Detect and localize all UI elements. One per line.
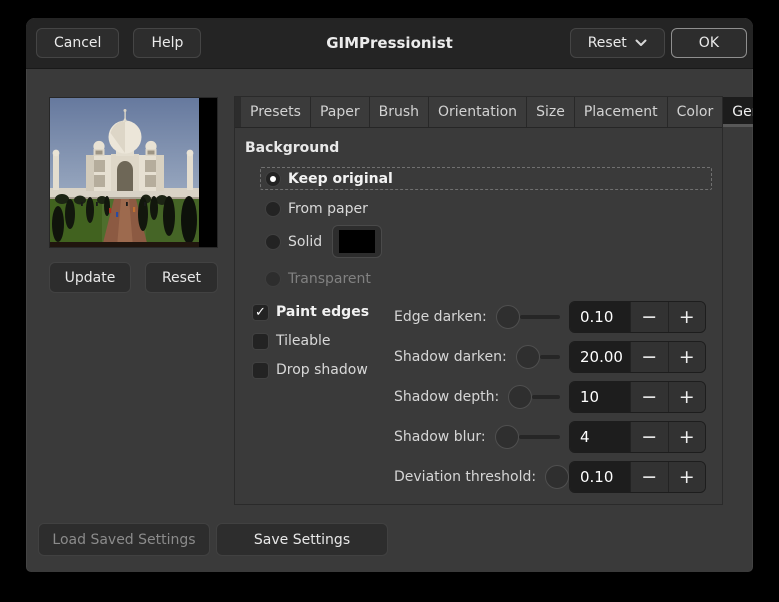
edge-darken-label: Edge darken: bbox=[394, 309, 487, 325]
tab-brush[interactable]: Brush bbox=[369, 97, 430, 127]
cancel-button[interactable]: Cancel bbox=[36, 28, 120, 58]
shadow-depth-label: Shadow depth: bbox=[394, 389, 500, 405]
shadow-blur-row: Shadow blur: bbox=[394, 421, 569, 453]
shadow-darken-slider[interactable] bbox=[515, 345, 560, 369]
gimpressionist-dialog: Cancel Help GIMPressionist Reset OK Upda… bbox=[26, 18, 753, 572]
radio-label: Keep original bbox=[288, 170, 393, 187]
deviation-threshold-spinbutton: 0.10− + bbox=[569, 461, 706, 493]
plus-icon[interactable]: + bbox=[667, 382, 705, 412]
deviation-threshold-label: Deviation threshold: bbox=[394, 469, 537, 485]
background-heading: Background bbox=[245, 140, 340, 156]
checkbox-indicator[interactable] bbox=[252, 361, 269, 379]
titlebar: Cancel Help GIMPressionist Reset OK bbox=[26, 18, 753, 69]
checkbox-label: Tileable bbox=[276, 333, 331, 349]
shadow-blur-slider[interactable] bbox=[494, 425, 560, 449]
general-page: Background Keep original From paper Solid T… bbox=[235, 128, 722, 504]
settings-notebook: Presets Paper Brush Orientation Size Placemen… bbox=[234, 96, 753, 505]
plus-icon[interactable]: + bbox=[667, 342, 705, 372]
radio-indicator[interactable] bbox=[265, 170, 281, 187]
plus-icon[interactable]: + bbox=[667, 462, 705, 492]
minus-icon[interactable]: − bbox=[630, 462, 668, 492]
edge-darken-row: Edge darken: bbox=[394, 301, 569, 333]
spin-entry[interactable]: 20.00 bbox=[570, 342, 630, 372]
preview-frame bbox=[49, 97, 218, 248]
slider-track[interactable] bbox=[519, 315, 560, 319]
load-saved-settings-button: Load Saved Settings bbox=[38, 523, 210, 556]
minus-icon[interactable]: − bbox=[630, 302, 668, 332]
spin-entry[interactable]: 0.10 bbox=[570, 302, 630, 332]
minus-icon[interactable]: − bbox=[630, 382, 668, 412]
preview-reset-button[interactable]: Reset bbox=[145, 262, 218, 293]
slider-knob[interactable] bbox=[495, 305, 520, 329]
radio-solid[interactable]: Solid bbox=[265, 225, 383, 258]
radio-from-paper[interactable]: From paper bbox=[265, 197, 368, 220]
reset-dropdown-label: Reset bbox=[587, 35, 627, 51]
shadow-depth-spinbutton: 10− + bbox=[569, 381, 706, 413]
radio-keep-original[interactable]: Keep original bbox=[260, 167, 712, 190]
tab-strip: Presets Paper Brush Orientation Size Placemen… bbox=[235, 97, 753, 128]
minus-icon[interactable]: − bbox=[630, 422, 668, 452]
shadow-blur-label: Shadow blur: bbox=[394, 429, 486, 445]
deviation-threshold-row: Deviation threshold: bbox=[394, 461, 570, 493]
shadow-depth-row: Shadow depth: bbox=[394, 381, 569, 413]
radio-indicator[interactable] bbox=[265, 200, 281, 217]
slider-track[interactable] bbox=[539, 355, 560, 359]
chevron-down-icon bbox=[635, 39, 647, 46]
slider-knob[interactable] bbox=[515, 345, 540, 369]
radio-transparent: Transparent bbox=[265, 267, 371, 290]
color-swatch bbox=[339, 230, 376, 253]
solid-color-button[interactable] bbox=[332, 225, 383, 258]
checkbox-paint-edges[interactable]: ✓ Paint edges bbox=[252, 303, 369, 321]
titlebar-right-buttons: Reset OK bbox=[569, 28, 747, 58]
checkbox-tileable[interactable]: Tileable bbox=[252, 332, 330, 350]
tab-general[interactable]: General bbox=[723, 97, 753, 127]
spin-entry[interactable]: 0.10 bbox=[570, 462, 630, 492]
radio-label: From paper bbox=[288, 200, 368, 217]
checkbox-label: Drop shadow bbox=[276, 362, 368, 378]
tab-presets[interactable]: Presets bbox=[241, 97, 311, 127]
tab-orientation[interactable]: Orientation bbox=[429, 97, 528, 127]
minus-icon[interactable]: − bbox=[630, 342, 668, 372]
slider-track[interactable] bbox=[518, 435, 560, 439]
tab-size[interactable]: Size bbox=[527, 97, 575, 127]
radio-label: Solid bbox=[288, 233, 323, 250]
plus-icon[interactable]: + bbox=[667, 422, 705, 452]
edge-darken-slider[interactable] bbox=[495, 305, 560, 329]
tab-paper[interactable]: Paper bbox=[310, 97, 370, 127]
ok-button[interactable]: OK bbox=[670, 28, 747, 58]
slider-knob[interactable] bbox=[545, 465, 570, 489]
check-icon[interactable]: ✓ bbox=[252, 303, 269, 321]
shadow-darken-spinbutton: 20.00− + bbox=[569, 341, 706, 373]
checkbox-label: Paint edges bbox=[276, 304, 370, 320]
tab-placement[interactable]: Placement bbox=[574, 97, 668, 127]
slider-track[interactable] bbox=[532, 395, 560, 399]
save-settings-button[interactable]: Save Settings bbox=[216, 523, 388, 556]
slider-knob[interactable] bbox=[494, 425, 519, 449]
radio-indicator[interactable] bbox=[265, 233, 281, 250]
edge-darken-spinbutton: 0.10− + bbox=[569, 301, 706, 333]
radio-label: Transparent bbox=[288, 270, 371, 287]
shadow-darken-label: Shadow darken: bbox=[394, 349, 507, 365]
titlebar-left-buttons: Cancel Help bbox=[36, 28, 202, 58]
spin-entry[interactable]: 10 bbox=[570, 382, 630, 412]
shadow-darken-row: Shadow darken: bbox=[394, 341, 569, 373]
slider-knob[interactable] bbox=[508, 385, 533, 409]
checkbox-drop-shadow[interactable]: Drop shadow bbox=[252, 361, 368, 379]
radio-indicator bbox=[265, 270, 281, 287]
checkbox-indicator[interactable] bbox=[252, 332, 269, 350]
reset-dropdown-button[interactable]: Reset bbox=[569, 28, 665, 58]
preview-image bbox=[50, 98, 199, 247]
shadow-depth-slider[interactable] bbox=[508, 385, 560, 409]
plus-icon[interactable]: + bbox=[667, 302, 705, 332]
deviation-threshold-slider[interactable] bbox=[545, 465, 570, 489]
help-button[interactable]: Help bbox=[133, 28, 202, 58]
shadow-blur-spinbutton: 4− + bbox=[569, 421, 706, 453]
tab-color[interactable]: Color bbox=[667, 97, 724, 127]
update-button[interactable]: Update bbox=[49, 262, 131, 293]
spin-entry[interactable]: 4 bbox=[570, 422, 630, 452]
